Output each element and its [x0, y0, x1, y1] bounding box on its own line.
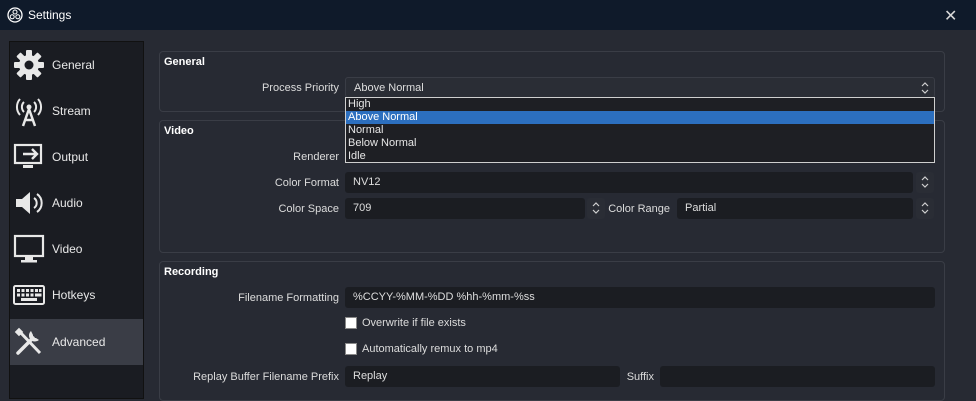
title-bar: Settings ✕ [0, 0, 976, 30]
sidebar-item-general[interactable]: General [10, 42, 143, 88]
dropdown-option-below-normal[interactable]: Below Normal [346, 137, 934, 150]
sidebar-item-hotkeys[interactable]: Hotkeys [10, 272, 143, 318]
color-range-label: Color Range [608, 203, 670, 215]
sidebar-item-label: Hotkeys [52, 288, 96, 302]
color-range-arrows[interactable] [916, 198, 934, 219]
remux-checkbox[interactable] [345, 343, 357, 355]
process-priority-label: Process Priority [261, 82, 339, 94]
overwrite-label: Overwrite if file exists [362, 317, 466, 329]
sidebar-item-label: Advanced [52, 335, 106, 349]
dropdown-option-idle[interactable]: Idle [346, 150, 934, 163]
broadcast-tower-icon [16, 98, 42, 127]
gear-icon [14, 50, 44, 80]
updown-arrows-icon [921, 202, 929, 214]
dropdown-option-high[interactable]: High [346, 98, 934, 111]
color-format-label: Color Format [274, 177, 339, 189]
group-title: General [164, 56, 205, 68]
updown-arrows-icon [921, 82, 929, 94]
sidebar-item-label: Video [52, 242, 83, 256]
overwrite-checkbox[interactable] [345, 317, 357, 329]
sidebar-item-audio[interactable]: Audio [10, 180, 143, 226]
keyboard-icon [13, 285, 45, 305]
sidebar-item-output[interactable]: Output [10, 134, 143, 180]
speaker-icon [16, 192, 43, 214]
sidebar-item-label: Stream [52, 104, 91, 118]
replay-prefix-input[interactable]: Replay [345, 366, 620, 387]
color-format-arrows[interactable] [916, 172, 934, 193]
dropdown-option-above-normal[interactable]: Above Normal [346, 111, 934, 124]
output-monitor-icon [13, 143, 43, 168]
color-range-select[interactable]: Partial [677, 198, 913, 219]
obs-logo-icon [7, 7, 23, 23]
close-icon[interactable]: ✕ [944, 6, 957, 26]
suffix-label: Suffix [626, 371, 654, 383]
process-priority-dropdown: High Above Normal Normal Below Normal Id… [345, 97, 935, 163]
sidebar-item-label: General [52, 58, 95, 72]
sidebar-item-label: Output [52, 150, 89, 164]
updown-arrows-icon [592, 202, 600, 214]
process-priority-select[interactable]: Above Normal [345, 77, 935, 98]
color-format-value: NV12 [353, 176, 381, 188]
filename-formatting-input[interactable]: %CCYY-%MM-%DD %hh-%mm-%ss [345, 287, 935, 308]
sidebar-item-advanced[interactable]: Advanced [10, 319, 143, 365]
settings-sidebar: General Stream Output Audio Video Hotkey… [9, 41, 144, 399]
remux-label: Automatically remux to mp4 [362, 343, 498, 355]
color-space-value: 709 [353, 202, 372, 214]
group-title: Video [164, 125, 194, 137]
process-priority-value: Above Normal [354, 82, 424, 94]
filename-formatting-label: Filename Formatting [238, 292, 339, 304]
color-format-select[interactable]: NV12 [345, 172, 913, 193]
settings-body: General Stream Output Audio Video Hotkey… [0, 30, 976, 401]
window-title: Settings [28, 8, 72, 22]
color-space-arrows[interactable] [587, 198, 605, 219]
tools-icon [14, 327, 42, 355]
sidebar-item-video[interactable]: Video [10, 226, 143, 272]
color-space-label: Color Space [278, 203, 339, 215]
group-title: Recording [164, 266, 219, 278]
monitor-icon [13, 234, 45, 263]
sidebar-item-label: Audio [52, 196, 83, 210]
updown-arrows-icon [921, 176, 929, 188]
replay-prefix-label: Replay Buffer Filename Prefix [193, 371, 339, 383]
dropdown-option-normal[interactable]: Normal [346, 124, 934, 137]
replay-prefix-value: Replay [353, 370, 388, 382]
suffix-input[interactable] [660, 366, 935, 387]
renderer-label: Renderer [293, 151, 339, 163]
color-space-select[interactable]: 709 [345, 198, 585, 219]
sidebar-item-stream[interactable]: Stream [10, 88, 143, 134]
filename-formatting-value: %CCYY-%MM-%DD %hh-%mm-%ss [353, 291, 535, 303]
color-range-value: Partial [685, 202, 717, 214]
